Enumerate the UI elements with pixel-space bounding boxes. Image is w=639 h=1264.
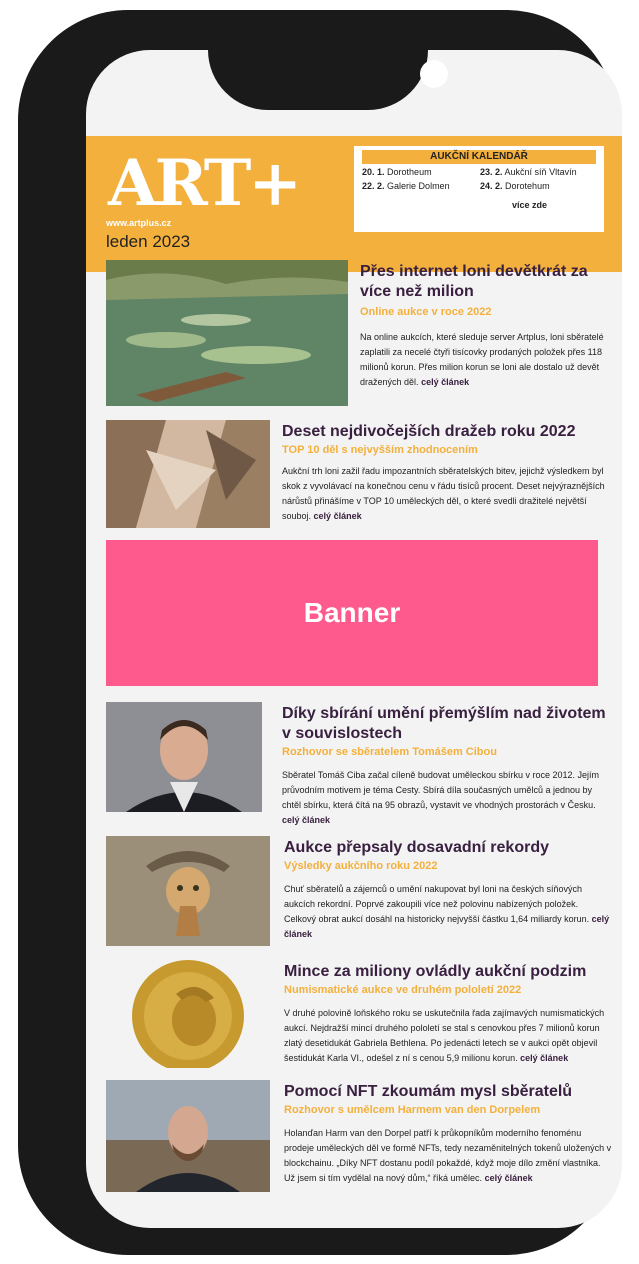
article-subtitle: Rozhovor s umělcem Harmem van den Dorpel… — [284, 1104, 541, 1116]
calendar-title: AUKČNÍ KALENDÁŘ — [362, 150, 596, 164]
article-body: Aukční trh loni zažil řadu impozantních … — [282, 466, 605, 521]
article-subtitle: Výsledky aukčního roku 2022 — [284, 860, 438, 872]
article-body: V druhé polovině loňského roku se uskute… — [284, 1008, 605, 1063]
site-url[interactable]: www.artplus.cz — [106, 218, 171, 228]
banner-label: Banner — [303, 597, 401, 628]
article-image-gold-coin[interactable] — [106, 958, 270, 1068]
read-more-link[interactable]: celý článek — [485, 1173, 533, 1183]
article-subtitle: Rozhovor se sběratelem Tomášem Cibou — [282, 746, 497, 758]
article-title[interactable]: Pomocí NFT zkoumám mysl sběratelů — [284, 1082, 612, 1102]
newsletter-header: ART+ www.artplus.cz leden 2023 AUKČNÍ KA… — [86, 136, 622, 272]
article-image-painting-lake[interactable] — [106, 260, 348, 406]
article-title[interactable]: Mince za miliony ovládly aukční podzim — [284, 962, 612, 982]
read-more-link[interactable]: celý článek — [314, 511, 362, 521]
article-subtitle: Numismatické aukce ve druhém pololetí 20… — [284, 984, 522, 996]
article-title[interactable]: Díky sbírání umění přemýšlím nad životem… — [282, 704, 612, 744]
read-more-link[interactable]: celý článek — [520, 1053, 568, 1063]
article-title[interactable]: Přes internet loni devětkrát za více než… — [360, 262, 610, 302]
article-body: Holanďan Harm van den Dorpel patří k prů… — [284, 1128, 612, 1183]
article-image-figure-with-hat[interactable] — [106, 836, 270, 946]
article-body: Chuť sběratelů a zájemců o umění nakupov… — [284, 884, 610, 939]
auction-calendar: AUKČNÍ KALENDÁŘ 20. 1. Dorotheum 23. 2. … — [352, 144, 606, 234]
article-body: Na online aukcích, které sleduje server … — [360, 332, 604, 387]
camera-icon — [420, 60, 448, 88]
read-more-link[interactable]: celý článek — [421, 377, 469, 387]
article-title[interactable]: Deset nejdivočejších dražeb roku 2022 — [282, 422, 612, 442]
phone-notch — [208, 20, 428, 110]
article-subtitle: TOP 10 děl s nejvyšším zhodnocením — [282, 444, 478, 456]
banner-ad[interactable]: Banner — [106, 540, 598, 686]
calendar-item[interactable]: 24. 2. Dorotehum — [480, 181, 550, 191]
article-image-cubist-painting[interactable] — [106, 420, 270, 528]
article-image-collector-portrait[interactable] — [106, 702, 262, 812]
artplus-logo[interactable]: ART+ — [108, 152, 302, 216]
issue-date: leden 2023 — [106, 232, 191, 251]
article-subtitle: Online aukce v roce 2022 — [360, 306, 492, 318]
article-title[interactable]: Aukce přepsaly dosavadní rekordy — [284, 838, 612, 858]
calendar-item[interactable]: 20. 1. Dorotheum — [362, 167, 432, 177]
article-image-artist-portrait[interactable] — [106, 1080, 270, 1192]
newsletter-screen: ART+ www.artplus.cz leden 2023 AUKČNÍ KA… — [86, 50, 622, 1228]
article-body: Sběratel Tomáš Ciba začal cíleně budovat… — [282, 770, 599, 825]
calendar-item[interactable]: 23. 2. Aukční síň Vltavín — [480, 167, 577, 177]
calendar-item[interactable]: 22. 2. Galerie Dolmen — [362, 181, 450, 191]
calendar-more-link[interactable]: více zde — [512, 200, 547, 210]
phone-frame: ART+ www.artplus.cz leden 2023 AUKČNÍ KA… — [18, 10, 622, 1255]
read-more-link[interactable]: celý článek — [282, 815, 330, 825]
